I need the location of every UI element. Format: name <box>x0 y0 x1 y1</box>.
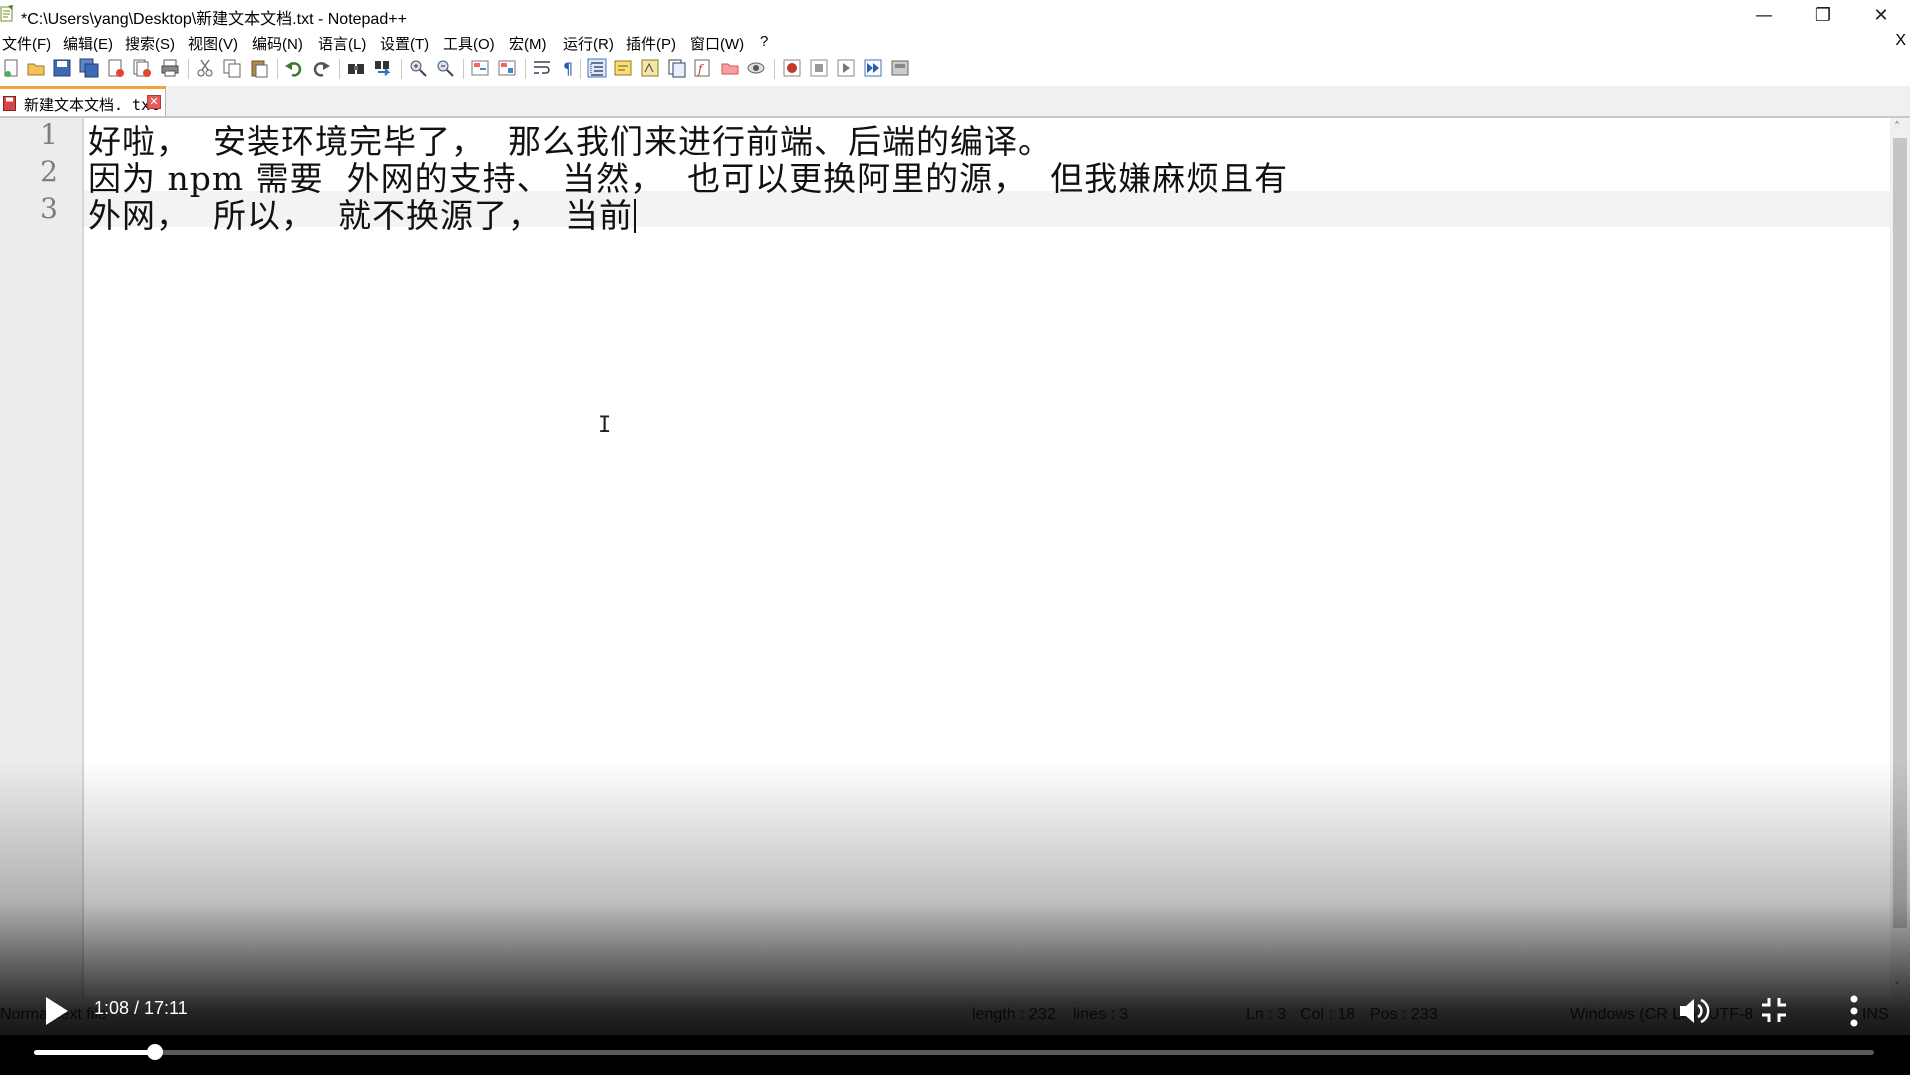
function-list-icon[interactable] <box>667 58 687 78</box>
video-time: 1:08 / 17:11 <box>94 998 188 1018</box>
line-number: 2 <box>40 155 58 188</box>
menu-window[interactable]: 窗口(W) <box>690 33 744 54</box>
editor-area[interactable]: 1 2 3 好啦， 安装环境完毕了， 那么我们来进行前端、后端的编译。 因为 n… <box>0 118 1890 998</box>
status-encoding: UTF-8 <box>1708 1006 1754 1023</box>
replace-icon[interactable] <box>373 58 393 78</box>
unsaved-file-icon <box>3 96 16 111</box>
more-options-icon[interactable] <box>1848 993 1860 1029</box>
sync-horizontal-icon[interactable] <box>497 58 517 78</box>
zoom-out-icon[interactable] <box>435 58 455 78</box>
vertical-scrollbar[interactable]: ˄ ˅ <box>1890 118 1910 998</box>
save-all-icon[interactable] <box>79 58 99 78</box>
video-player-bottom-bar <box>0 1035 1910 1075</box>
tab-close-icon[interactable]: ✕ <box>147 95 161 109</box>
folder-as-workspace-icon[interactable]: f <box>693 58 713 78</box>
close-all-icon[interactable] <box>132 58 152 78</box>
video-progress-played <box>34 1050 156 1055</box>
minimize-button[interactable]: — <box>1735 0 1793 30</box>
find-icon[interactable] <box>346 58 366 78</box>
svg-text:¶: ¶ <box>563 59 573 78</box>
user-defined-language-icon[interactable] <box>613 58 633 78</box>
line-number: 3 <box>40 192 58 225</box>
menu-macro[interactable]: 宏(M) <box>509 33 547 54</box>
notepad-plus-plus-icon <box>0 5 13 22</box>
text-cursor-icon: I <box>598 413 612 438</box>
save-icon[interactable] <box>52 58 72 78</box>
exit-fullscreen-icon[interactable] <box>1760 996 1788 1024</box>
show-all-characters-icon[interactable]: ¶ <box>558 58 578 78</box>
play-icon[interactable] <box>40 993 72 1029</box>
toolbar-separator <box>277 59 278 79</box>
menu-run[interactable]: 运行(R) <box>563 33 614 54</box>
status-pos: Pos : 233 <box>1370 1006 1438 1023</box>
folder-icon[interactable] <box>720 58 740 78</box>
new-file-icon[interactable] <box>2 58 22 78</box>
toolbar-separator <box>580 59 581 79</box>
menu-encoding[interactable]: 编码(N) <box>252 33 303 54</box>
menu-view[interactable]: 视图(V) <box>188 33 238 54</box>
toolbar-separator <box>188 59 189 79</box>
menu-bar: 文件(F) 编辑(E) 搜索(S) 视图(V) 编码(N) 语言(L) 设置(T… <box>0 30 1910 54</box>
text-caret <box>633 199 636 233</box>
indent-guide-icon[interactable] <box>587 58 607 78</box>
status-bar: Normal text file length : 232 lines : 3 … <box>0 998 1910 1034</box>
cut-icon[interactable] <box>195 58 215 78</box>
close-file-icon[interactable] <box>106 58 126 78</box>
volume-icon[interactable] <box>1677 994 1711 1028</box>
toolbar-separator <box>774 59 775 79</box>
tab-label: 新建文本文档. txt <box>24 96 160 114</box>
status-lines: lines : 3 <box>1073 1006 1129 1023</box>
menu-tools[interactable]: 工具(O) <box>443 33 495 54</box>
menu-help[interactable]: ? <box>760 33 768 50</box>
save-macro-icon[interactable] <box>890 58 910 78</box>
monitoring-icon[interactable] <box>746 58 766 78</box>
text-line-content: 外网， 所以， 就不换源了， 当前 <box>88 196 633 235</box>
paste-icon[interactable] <box>249 58 269 78</box>
video-progress-bar[interactable] <box>34 1044 1874 1060</box>
line-number-gutter: 1 2 3 <box>0 118 84 998</box>
scrollbar-thumb[interactable] <box>1893 138 1907 928</box>
toolbar-separator <box>525 59 526 79</box>
tab-new-text-document[interactable]: 新建文本文档. txt ✕ <box>0 86 166 116</box>
scroll-up-icon[interactable]: ˄ <box>1894 120 1900 134</box>
menu-plugins[interactable]: 插件(P) <box>626 33 676 54</box>
undo-icon[interactable] <box>284 58 304 78</box>
zoom-in-icon[interactable] <box>408 58 428 78</box>
menu-language[interactable]: 语言(L) <box>318 33 366 54</box>
restore-button[interactable]: ❐ <box>1794 0 1852 30</box>
toolbar: ¶ f <box>0 54 1910 84</box>
menu-edit[interactable]: 编辑(E) <box>63 33 113 54</box>
run-macro-multiple-icon[interactable] <box>863 58 883 78</box>
status-insert-mode: INS <box>1862 1006 1889 1023</box>
word-wrap-icon[interactable] <box>532 58 552 78</box>
document-map-icon[interactable] <box>640 58 660 78</box>
scroll-down-icon[interactable]: ˅ <box>1894 980 1900 994</box>
tab-bar: 新建文本文档. txt ✕ <box>0 86 1910 118</box>
line-number: 1 <box>40 118 58 151</box>
sync-vertical-icon[interactable] <box>470 58 490 78</box>
title-bar: *C:\Users\yang\Desktop\新建文本文档.txt - Note… <box>0 0 1910 30</box>
status-length: length : 232 <box>972 1006 1056 1023</box>
toolbar-separator <box>401 59 402 79</box>
stop-recording-icon[interactable] <box>809 58 829 78</box>
window-title: *C:\Users\yang\Desktop\新建文本文档.txt - Note… <box>21 11 407 28</box>
playback-macro-icon[interactable] <box>836 58 856 78</box>
menu-file[interactable]: 文件(F) <box>2 33 51 54</box>
status-col: Col : 18 <box>1300 1006 1356 1023</box>
menu-settings[interactable]: 设置(T) <box>380 33 429 54</box>
print-icon[interactable] <box>160 58 180 78</box>
close-document-button[interactable]: X <box>1895 32 1906 50</box>
status-ln: Ln : 3 <box>1246 1006 1287 1023</box>
menu-search[interactable]: 搜索(S) <box>125 33 175 54</box>
redo-icon[interactable] <box>311 58 331 78</box>
toolbar-separator <box>339 59 340 79</box>
toolbar-separator <box>463 59 464 79</box>
record-macro-icon[interactable] <box>782 58 802 78</box>
open-file-icon[interactable] <box>26 58 46 78</box>
close-window-button[interactable]: ✕ <box>1852 0 1910 30</box>
copy-icon[interactable] <box>222 58 242 78</box>
text-line[interactable]: 外网， 所以， 就不换源了， 当前 <box>88 189 636 237</box>
